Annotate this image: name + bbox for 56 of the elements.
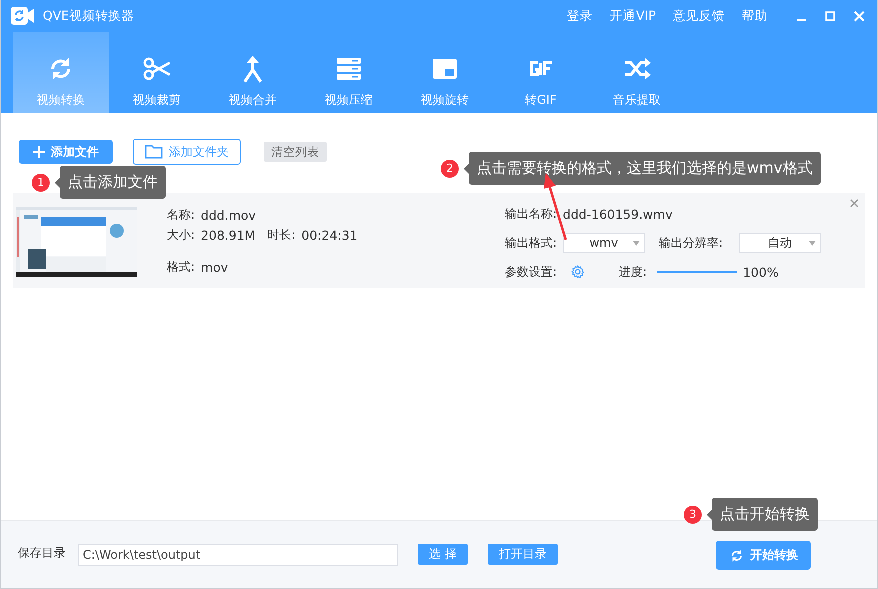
header-link[interactable]: 登录: [567, 8, 594, 24]
field-label: 名称:: [167, 206, 196, 224]
file-row[interactable]: 名称: ddd.mov 大小: 208.91M 时长: 00:24:31 格式: mov 输出名称: ddd-160159.wmv 输出格式: wmv 输出分辨率: 自动 参数设置: 进度: 100%: [13, 193, 865, 288]
step-number: 2: [441, 160, 459, 178]
tooltip: 点击需要转换的格式，这里我们选择的是wmv格式: [469, 152, 821, 185]
clear-list-button[interactable]: 清空列表: [264, 142, 327, 162]
settings-icon[interactable]: [571, 265, 586, 279]
maximize-icon[interactable]: [823, 8, 838, 24]
file-format: mov: [201, 260, 228, 274]
tooltip-pointer: [55, 178, 60, 188]
caret-icon: [633, 241, 640, 246]
caret-icon: [809, 241, 816, 246]
header-link[interactable]: 意见反馈: [673, 8, 725, 24]
save-dir-label: 保存目录: [18, 545, 66, 562]
open-dir-button[interactable]: 打开目录: [488, 544, 558, 565]
tab[interactable]: 视频转换: [13, 32, 109, 113]
field-label: 输出名称:: [505, 206, 558, 222]
close-icon[interactable]: [850, 199, 859, 208]
field-label: 输出分辨率:: [659, 234, 724, 252]
field-label: 大小:: [167, 226, 196, 244]
tab[interactable]: 音乐提取: [589, 32, 685, 113]
header-link[interactable]: 开通VIP: [610, 8, 656, 24]
tab[interactable]: 视频裁剪: [109, 32, 205, 113]
tab[interactable]: 视频合并: [205, 32, 301, 113]
tooltip-pointer: [707, 510, 712, 520]
field-label: 进度:: [619, 264, 648, 280]
field-label: 参数设置:: [505, 264, 558, 280]
add-folder-button[interactable]: 添加文件夹: [133, 139, 241, 165]
resolution-dropdown[interactable]: 自动: [739, 233, 821, 253]
tab[interactable]: 转GIF: [493, 32, 589, 113]
file-size: 208.91M: [201, 228, 256, 242]
field-label: 时长:: [268, 226, 296, 244]
tooltip: 点击开始转换: [712, 498, 818, 531]
folder-icon: [145, 145, 163, 159]
field-label: 输出格式:: [505, 234, 558, 252]
window-title: QVE视频转换器: [43, 8, 136, 24]
field-label: 格式:: [167, 258, 196, 276]
step-number: 3: [684, 506, 702, 524]
progress-percent: 100%: [743, 264, 779, 280]
tab[interactable]: 视频旋转: [397, 32, 493, 113]
choose-button[interactable]: 选 择: [418, 544, 468, 565]
tab[interactable]: 视频压缩: [301, 32, 397, 113]
output-name: ddd-160159.wmv: [563, 206, 673, 222]
tooltip-pointer: [464, 164, 469, 174]
file-duration: 00:24:31: [302, 228, 358, 242]
step-number: 1: [32, 174, 50, 192]
tooltip: 点击添加文件: [60, 166, 166, 199]
file-name: ddd.mov: [201, 208, 256, 222]
plus-icon: [33, 146, 45, 158]
save-path-field[interactable]: C:\Work\test\output: [78, 544, 398, 566]
add-file-button[interactable]: 添加文件: [19, 140, 113, 164]
close-icon[interactable]: [852, 8, 867, 24]
header-link[interactable]: 帮助: [742, 8, 768, 24]
format-dropdown[interactable]: wmv: [563, 233, 645, 253]
app-logo-icon: [11, 6, 35, 26]
start-convert-button[interactable]: 开始转换: [716, 541, 811, 570]
